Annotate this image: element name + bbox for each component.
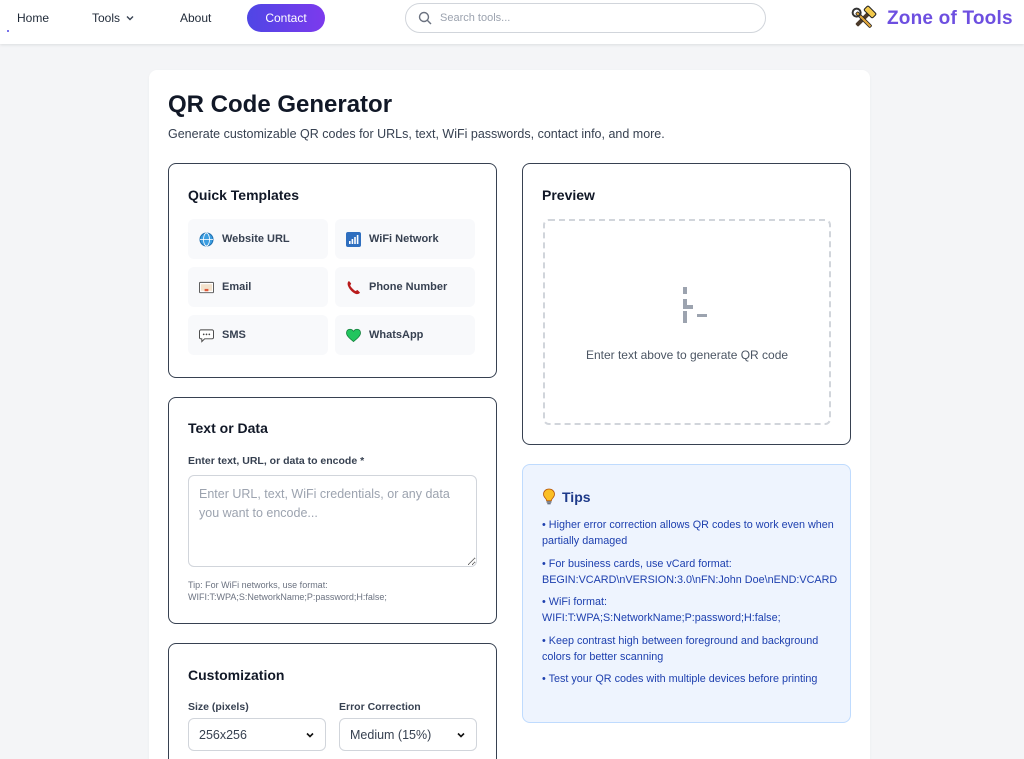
customization-title: Customization [188,667,285,683]
envelope-icon [199,280,214,295]
text-data-label: Enter text, URL, or data to encode * [188,455,365,467]
text-data-title: Text or Data [188,420,268,436]
tip-item: • Test your QR codes with multiple devic… [542,673,818,685]
error-correction-select[interactable]: Medium (15%) [339,718,477,751]
template-label: SMS [222,329,246,341]
template-label: Email [222,281,252,293]
nav-tools-dropdown[interactable]: Tools [92,11,135,25]
speech-bubble-icon [199,328,214,343]
search-icon [418,11,432,25]
template-label: WhatsApp [369,329,424,341]
tip-item: • WiFi format: WIFI:T:WPA;S:NetworkName;… [542,596,781,624]
error-correction-select-value: Medium (15%) [350,727,432,742]
lightbulb-icon [543,488,555,505]
top-navbar: Home Tools About Contact Zone of Tools [0,0,1024,44]
preview-empty-text: Enter text above to generate QR code [585,348,789,362]
preview-title: Preview [542,187,595,203]
nav-tools-label: Tools [92,11,121,25]
tip-item: • Keep contrast high between foreground … [542,635,819,663]
chevron-down-icon [306,732,314,738]
template-label: Website URL [222,233,290,245]
template-whatsapp[interactable]: WhatsApp [335,315,475,355]
size-select-value: 256x256 [199,727,247,742]
template-email[interactable]: Email [188,267,328,307]
search-input[interactable] [440,12,740,24]
template-label: WiFi Network [369,233,439,245]
search-bar[interactable] [405,3,766,33]
tips-title: Tips [562,488,591,505]
template-sms[interactable]: SMS [188,315,328,355]
text-data-input[interactable] [188,475,477,567]
nav-active-dot [7,30,9,32]
quick-templates-title: Quick Templates [188,187,300,203]
site-logo[interactable]: Zone of Tools [848,4,1013,34]
chevron-down-icon [126,16,134,21]
size-label: Size (pixels) [188,701,249,713]
page-title: QR Code Generator [168,91,393,118]
tip-item: • Higher error correction allows QR code… [542,519,834,547]
page-subtitle: Generate customizable QR codes for URLs,… [168,127,665,141]
error-correction-label: Error Correction [339,701,421,713]
green-heart-icon [346,328,361,343]
globe-icon [199,232,214,247]
tips-heading: Tips [542,488,591,505]
signal-icon [346,231,361,247]
nav-about-link[interactable]: About [180,11,211,25]
size-select[interactable]: 256x256 [188,718,326,751]
template-website-url[interactable]: Website URL [188,219,328,259]
template-label: Phone Number [369,281,448,293]
tools-logo-icon [851,5,877,28]
logo-text: Zone of Tools [887,8,1013,29]
template-phone-number[interactable]: Phone Number [335,267,475,307]
template-wifi-network[interactable]: WiFi Network [335,219,475,259]
nav-home-link[interactable]: Home [17,11,49,25]
phone-icon [346,280,361,295]
wifi-format-tip: Tip: For WiFi networks, use format: WIFI… [188,580,387,602]
qr-placeholder-icon [683,287,707,323]
tip-item: • For business cards, use vCard format: … [542,558,838,586]
contact-button[interactable]: Contact [247,4,325,32]
chevron-down-icon [457,732,465,738]
